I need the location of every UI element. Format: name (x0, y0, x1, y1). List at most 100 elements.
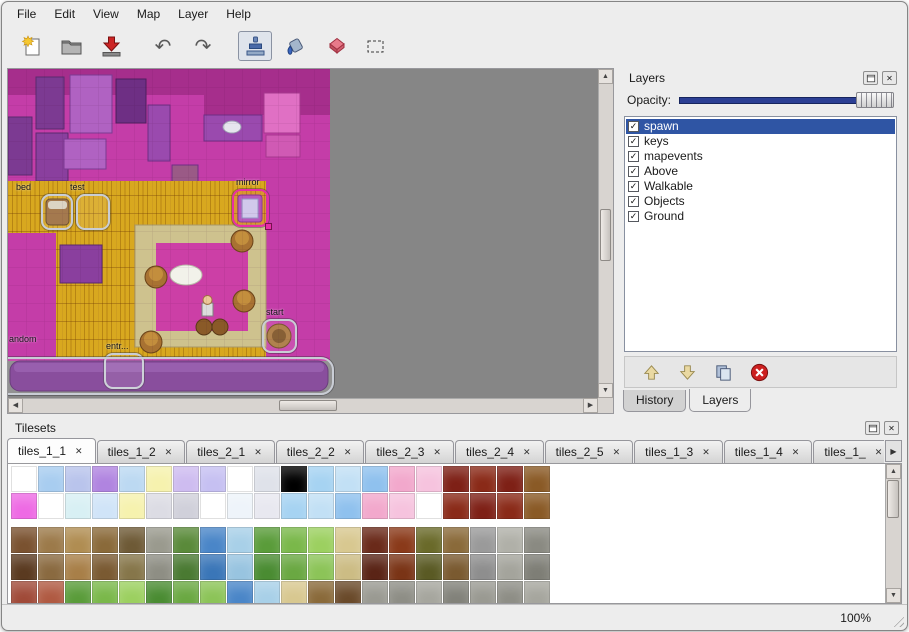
tab-close-icon[interactable]: ✕ (73, 445, 85, 458)
tile[interactable] (65, 527, 91, 553)
tab-history[interactable]: History (623, 390, 686, 412)
layer-row-keys[interactable]: ✓keys (626, 134, 895, 149)
tileset-tab-tiles_2_2[interactable]: tiles_2_2✕ (276, 440, 365, 463)
tile[interactable] (227, 527, 253, 553)
tile[interactable] (254, 581, 280, 603)
scroll-left-button[interactable]: ◀ (8, 398, 23, 413)
layer-visibility-checkbox[interactable]: ✓ (628, 151, 639, 162)
layer-visibility-checkbox[interactable]: ✓ (628, 211, 639, 222)
layer-row-mapevents[interactable]: ✓mapevents (626, 149, 895, 164)
tile[interactable] (416, 466, 442, 492)
tile[interactable] (65, 554, 91, 580)
tile[interactable] (335, 493, 361, 519)
tile[interactable] (362, 466, 388, 492)
scroll-up-button[interactable]: ▲ (598, 69, 613, 84)
layer-row-Above[interactable]: ✓Above (626, 164, 895, 179)
tile[interactable] (524, 527, 550, 553)
tileset-tab-tiles_1_3[interactable]: tiles_1_3✕ (634, 440, 723, 463)
new-map-button[interactable] (14, 31, 48, 61)
tile[interactable] (470, 527, 496, 553)
tab-close-icon[interactable]: ✕ (342, 446, 354, 459)
close-panel-button[interactable]: ✕ (882, 71, 897, 85)
slider-handle[interactable] (856, 92, 894, 108)
map-object-start[interactable] (262, 319, 297, 353)
tile[interactable] (173, 527, 199, 553)
tile[interactable] (470, 581, 496, 603)
tile[interactable] (11, 554, 37, 580)
map-object-test[interactable] (76, 194, 110, 230)
tile[interactable] (470, 493, 496, 519)
tile[interactable] (335, 581, 361, 603)
tileset-tab-tiles_1_1[interactable]: tiles_1_1✕ (7, 438, 96, 463)
tile[interactable] (92, 527, 118, 553)
tile[interactable] (227, 581, 253, 603)
tab-layers[interactable]: Layers (689, 389, 751, 412)
tile[interactable] (524, 493, 550, 519)
tile[interactable] (200, 581, 226, 603)
tileset-tab-tiles_1_4[interactable]: tiles_1_4✕ (724, 440, 813, 463)
tile[interactable] (497, 581, 523, 603)
tab-close-icon[interactable]: ✕ (611, 446, 623, 459)
tileset-tab-tiles_1_[interactable]: tiles_1_✕ (813, 440, 884, 463)
tile[interactable] (146, 466, 172, 492)
tile[interactable] (416, 493, 442, 519)
tile[interactable] (173, 493, 199, 519)
fill-tool-button[interactable] (278, 31, 312, 61)
tile[interactable] (119, 466, 145, 492)
menu-edit[interactable]: Edit (45, 4, 84, 24)
tile[interactable] (389, 466, 415, 492)
tab-close-icon[interactable]: ✕ (873, 446, 884, 459)
scroll-down-button[interactable]: ▼ (598, 383, 613, 398)
tile[interactable] (497, 527, 523, 553)
redo-button[interactable]: ↷ (186, 31, 220, 61)
save-map-button[interactable] (94, 31, 128, 61)
tile[interactable] (227, 466, 253, 492)
open-map-button[interactable] (54, 31, 88, 61)
tile[interactable] (308, 581, 334, 603)
tile[interactable] (200, 493, 226, 519)
tile[interactable] (308, 493, 334, 519)
tile[interactable] (443, 581, 469, 603)
tile[interactable] (524, 581, 550, 603)
tile[interactable] (308, 466, 334, 492)
tile[interactable] (119, 527, 145, 553)
layer-row-spawn[interactable]: ✓spawn (626, 119, 895, 134)
tile[interactable] (92, 493, 118, 519)
tile[interactable] (416, 554, 442, 580)
tab-scroll-right-button[interactable]: ▶ (885, 440, 902, 462)
tile[interactable] (524, 466, 550, 492)
tile[interactable] (92, 581, 118, 603)
select-tool-button[interactable] (358, 31, 392, 61)
eraser-tool-button[interactable] (318, 31, 352, 61)
tile[interactable] (11, 527, 37, 553)
tile[interactable] (200, 466, 226, 492)
map-object-bed[interactable] (41, 194, 73, 230)
resize-handle[interactable] (265, 223, 272, 230)
tile[interactable] (389, 581, 415, 603)
tileset-scrollbar-thumb[interactable] (887, 480, 899, 518)
tile[interactable] (65, 466, 91, 492)
horizontal-scrollbar-thumb[interactable] (279, 400, 337, 411)
tile[interactable] (308, 554, 334, 580)
vertical-scrollbar-thumb[interactable] (600, 209, 611, 261)
tab-close-icon[interactable]: ✕ (790, 446, 802, 459)
tile[interactable] (254, 466, 280, 492)
scroll-right-button[interactable]: ▶ (583, 398, 598, 413)
tile[interactable] (38, 466, 64, 492)
tile[interactable] (38, 527, 64, 553)
float-panel-button[interactable] (863, 71, 878, 85)
tile[interactable] (11, 466, 37, 492)
tile[interactable] (443, 554, 469, 580)
tileset-tab-tiles_1_2[interactable]: tiles_1_2✕ (97, 440, 186, 463)
tile[interactable] (497, 493, 523, 519)
map-horizontal-scrollbar[interactable]: ◀ ▶ (8, 398, 598, 413)
tile[interactable] (362, 581, 388, 603)
tile[interactable] (497, 554, 523, 580)
tile[interactable] (254, 493, 280, 519)
raise-layer-button[interactable] (639, 360, 663, 384)
tile[interactable] (497, 466, 523, 492)
stamp-tool-button[interactable] (238, 31, 272, 61)
layer-visibility-checkbox[interactable]: ✓ (628, 196, 639, 207)
tile[interactable] (146, 581, 172, 603)
tile[interactable] (362, 554, 388, 580)
